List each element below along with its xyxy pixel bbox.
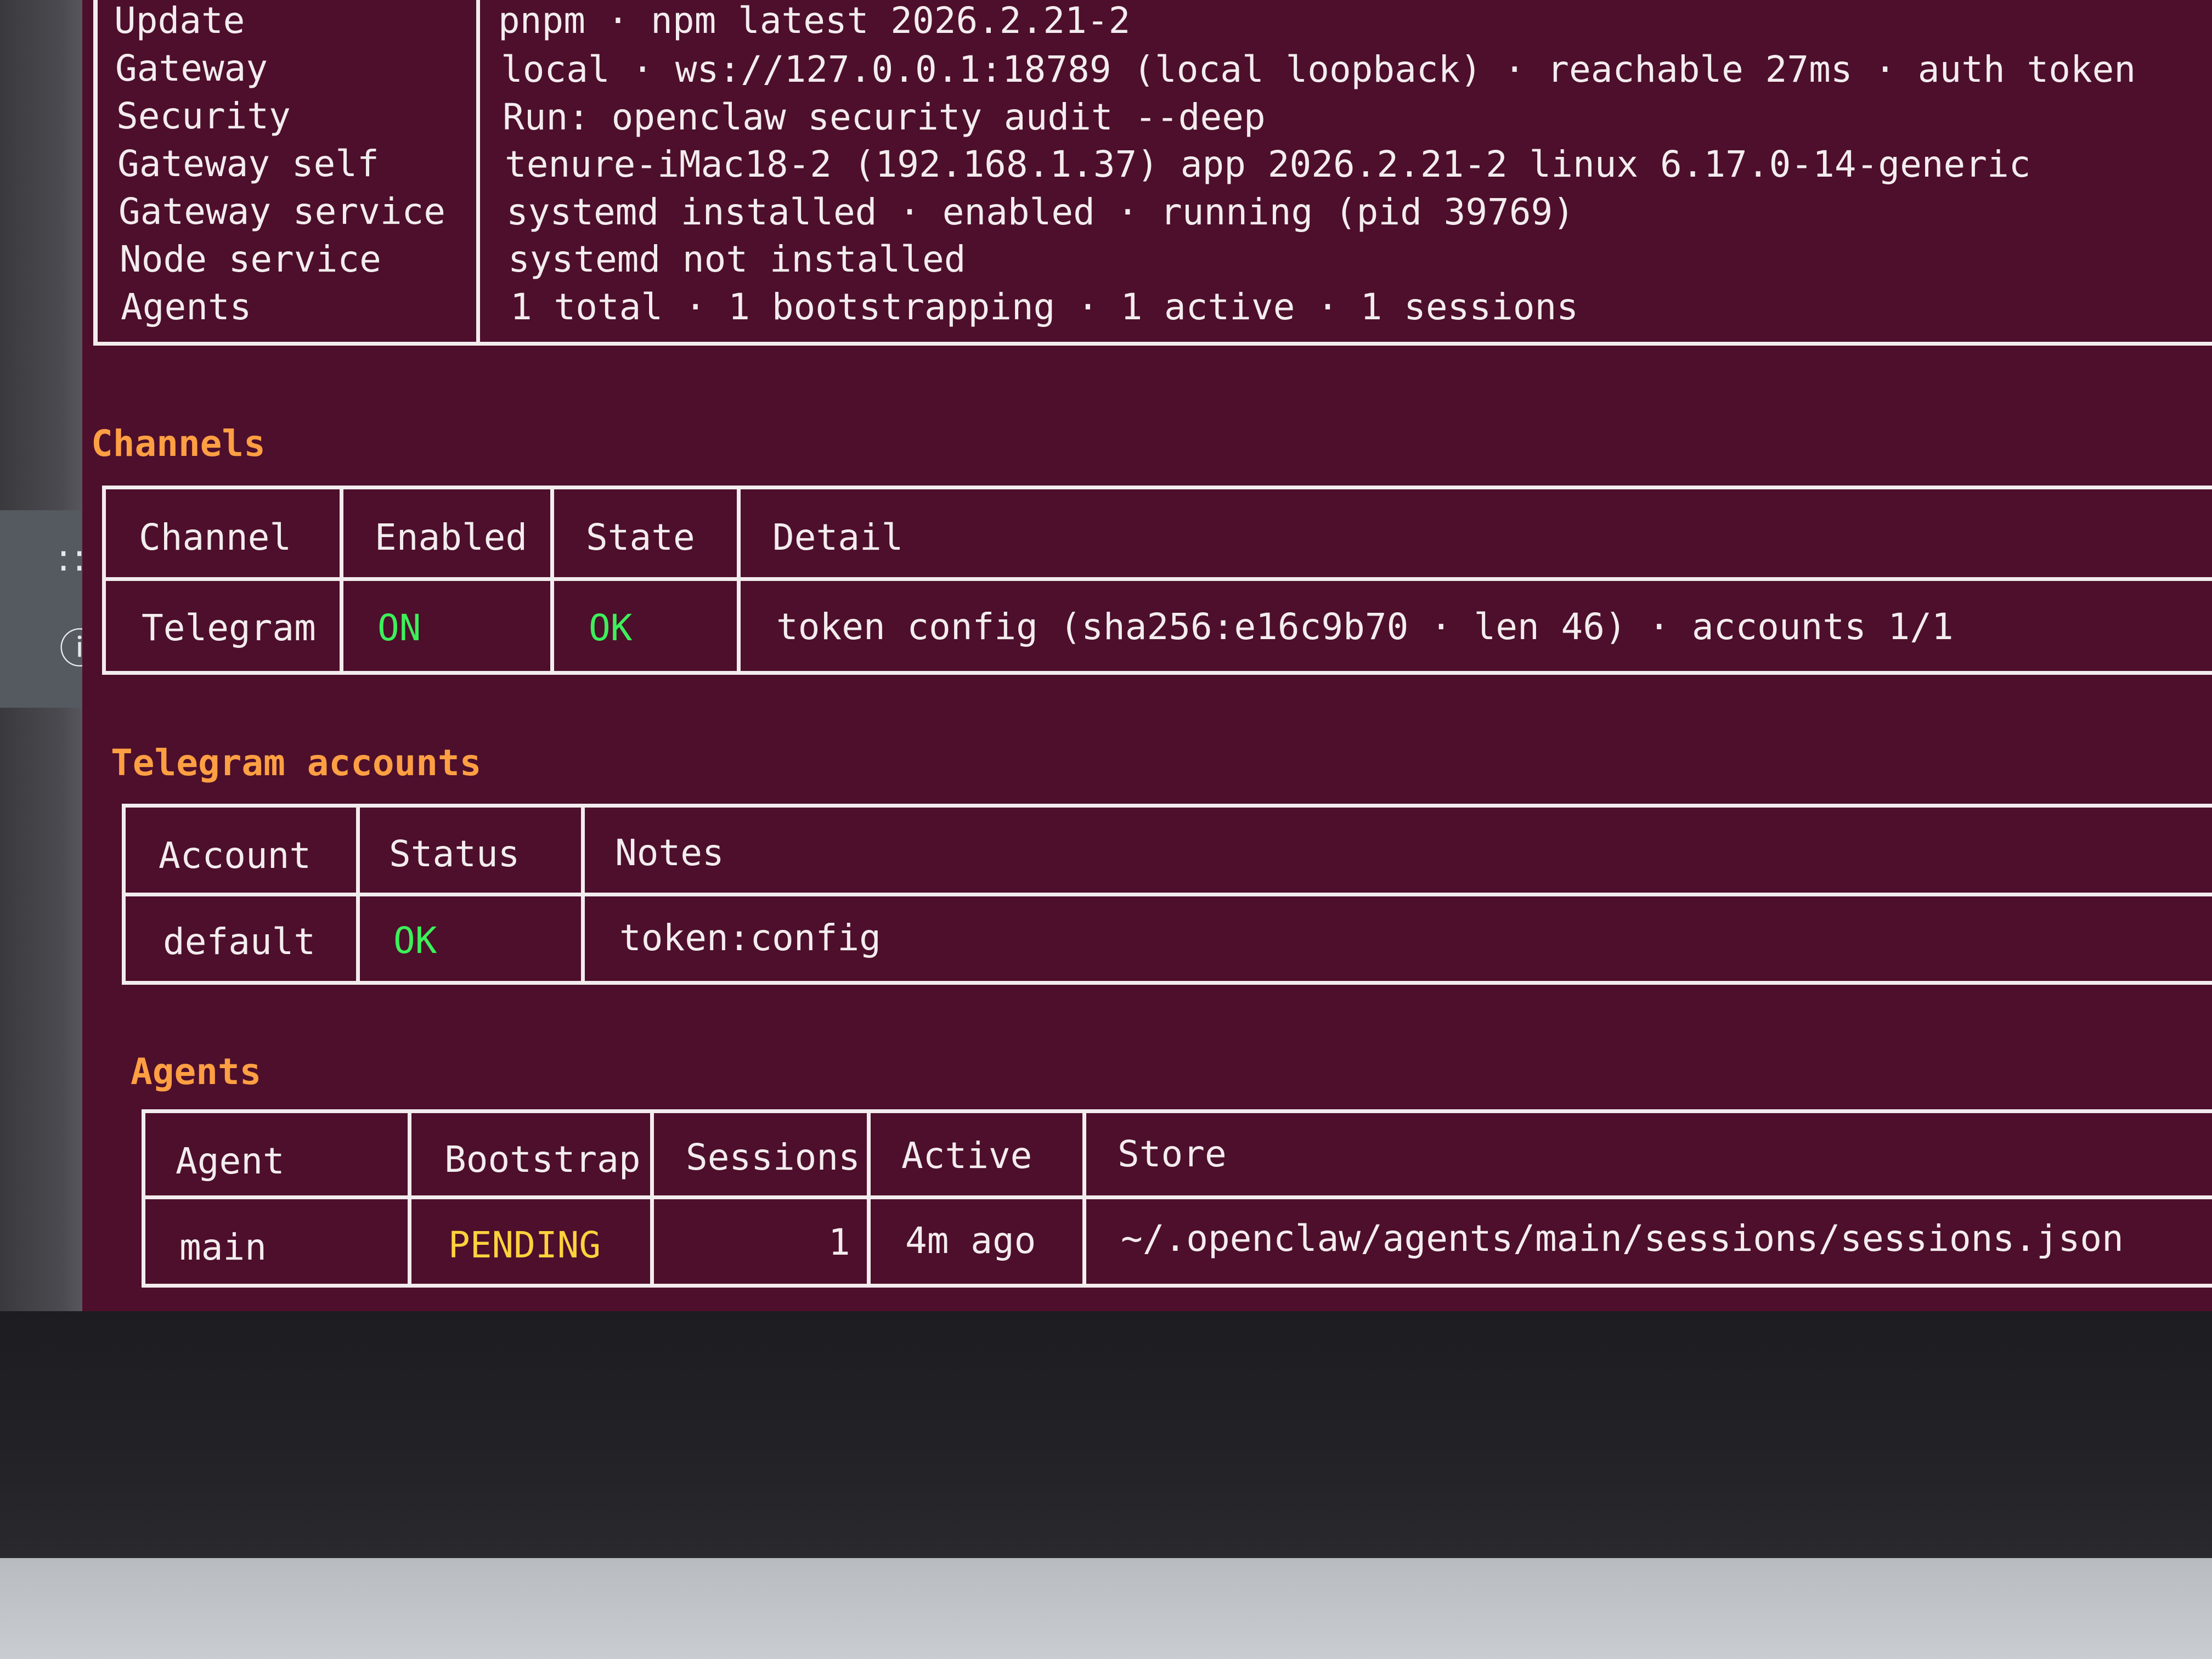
column-divider (650, 1113, 654, 1284)
column-divider (581, 808, 585, 981)
agent-name: main (179, 1226, 267, 1268)
column-header-detail: Detail (772, 516, 904, 558)
table-divider (145, 1195, 2212, 1199)
channels-table: Channel Enabled State Detail Telegram ON… (102, 486, 2212, 675)
status-value-gateway-self: tenure-iMac18-2 (192.168.1.37) app 2026.… (505, 143, 2031, 185)
table-divider (106, 577, 2212, 581)
status-label-agents: Agents (121, 286, 252, 328)
status-label-gateway-self: Gateway self (117, 143, 379, 185)
status-label-node-service: Node service (120, 238, 381, 280)
agent-bootstrap: PENDING (448, 1224, 601, 1266)
column-divider (737, 489, 741, 671)
channel-detail: token config (sha256:e16c9b70 · len 46) … (776, 606, 1954, 648)
channel-state: OK (589, 607, 633, 649)
column-header-agent: Agent (176, 1140, 285, 1182)
status-value-update: pnpm · npm latest 2026.2.21-2 (498, 0, 1131, 42)
status-label-gateway-service: Gateway service (119, 190, 446, 233)
column-header-account: Account (159, 834, 312, 877)
channel-name: Telegram (142, 607, 316, 649)
column-header-channel: Channel (139, 516, 292, 558)
agents-table: Agent Bootstrap Sessions Active Store ma… (142, 1109, 2212, 1288)
terminal-window[interactable]: Update pnpm · npm latest 2026.2.21-2 Gat… (82, 0, 2212, 1311)
column-header-active: Active (901, 1135, 1032, 1177)
agent-store: ~/.openclaw/agents/main/sessions/session… (1121, 1217, 2124, 1260)
status-label-gateway: Gateway (115, 47, 268, 89)
table-divider (126, 893, 2212, 896)
account-notes: token:config (619, 917, 881, 959)
account-status: OK (393, 919, 437, 962)
telegram-accounts-heading: Telegram accounts (111, 742, 482, 784)
status-value-gateway-service: systemd installed · enabled · running (p… (506, 191, 1575, 233)
column-divider (550, 489, 554, 671)
agents-heading: Agents (131, 1051, 262, 1093)
column-divider (408, 1113, 411, 1284)
column-divider (340, 489, 343, 671)
column-header-enabled: Enabled (375, 516, 528, 558)
status-value-agents: 1 total · 1 bootstrapping · 1 active · 1… (510, 286, 1579, 328)
column-header-store: Store (1118, 1133, 1227, 1175)
agent-sessions: 1 (828, 1221, 850, 1263)
column-divider (356, 808, 360, 981)
apps-grid-icon[interactable]: ∷ (59, 542, 84, 580)
column-header-notes: Notes (615, 832, 724, 874)
column-header-status: Status (389, 833, 520, 875)
status-label-update: Update (114, 0, 245, 42)
monitor-bezel (0, 1311, 2212, 1558)
status-divider (476, 0, 480, 342)
column-header-state: State (586, 516, 695, 558)
column-header-sessions: Sessions (686, 1136, 860, 1178)
column-divider (867, 1113, 871, 1284)
status-value-gateway: local · ws://127.0.0.1:18789 (local loop… (501, 48, 2136, 91)
channels-heading: Channels (91, 422, 266, 465)
status-overview-table: Update pnpm · npm latest 2026.2.21-2 Gat… (93, 0, 2212, 346)
desk-surface (0, 1558, 2212, 1659)
telegram-accounts-table: Account Status Notes default OK token:co… (122, 804, 2212, 985)
status-label-security: Security (116, 95, 291, 137)
status-value-security: Run: openclaw security audit --deep (503, 96, 1266, 138)
status-value-node-service: systemd not installed (508, 238, 966, 280)
column-header-bootstrap: Bootstrap (444, 1138, 641, 1181)
channel-enabled: ON (377, 607, 421, 649)
agent-active: 4m ago (905, 1220, 1036, 1262)
account-name: default (163, 921, 316, 963)
column-divider (1082, 1113, 1086, 1284)
